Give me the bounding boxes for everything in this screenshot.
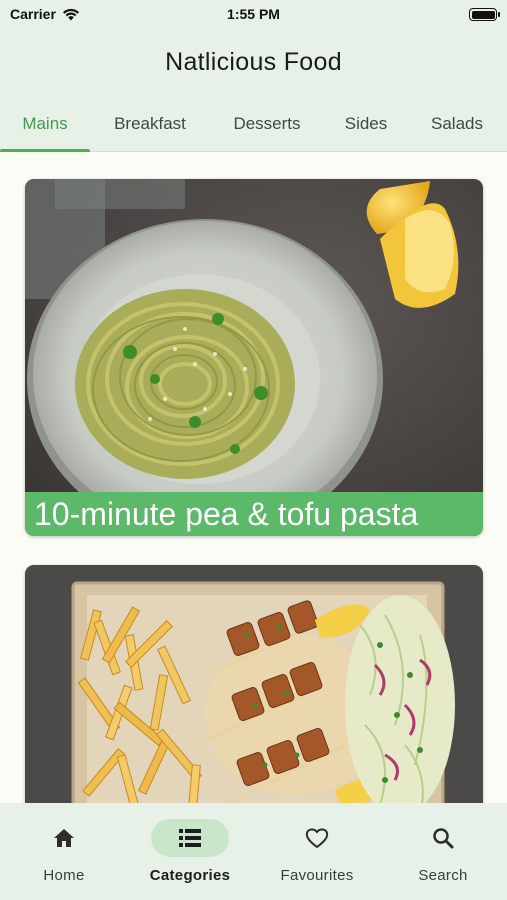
nav-icon-container — [278, 819, 356, 857]
tab-indicator — [0, 149, 90, 152]
nav-label: Favourites — [280, 867, 354, 884]
list-icon — [179, 829, 201, 847]
tab-sides[interactable]: Sides — [336, 96, 396, 152]
recipe-card[interactable] — [25, 565, 483, 803]
nav-search[interactable]: Search — [383, 819, 503, 889]
nav-label: Home — [43, 867, 85, 884]
tab-desserts[interactable]: Desserts — [222, 96, 312, 152]
app-bar: Natlicious Food — [0, 28, 507, 96]
nav-home[interactable]: Home — [4, 819, 124, 889]
search-icon — [433, 828, 454, 849]
app-title: Natlicious Food — [165, 47, 342, 76]
battery-icon — [469, 8, 500, 21]
nav-categories[interactable]: Categories — [130, 819, 250, 889]
nav-favourites[interactable]: Favourites — [257, 819, 377, 889]
nav-icon-container — [404, 819, 482, 857]
tab-mains[interactable]: Mains — [0, 96, 90, 152]
nav-icon-container — [25, 819, 103, 857]
recipe-image — [25, 179, 483, 536]
recipe-image — [25, 565, 483, 803]
heart-icon — [305, 828, 329, 849]
category-tabs: Mains Breakfast Desserts Sides Salads — [0, 96, 507, 152]
bottom-navigation: Home Categories Favourites Search — [0, 803, 507, 900]
nav-icon-container — [151, 819, 229, 857]
nav-label: Categories — [149, 867, 231, 884]
tab-breakfast[interactable]: Breakfast — [102, 96, 198, 152]
recipe-title: 10-minute pea & tofu pasta — [25, 492, 483, 536]
nav-label: Search — [418, 867, 468, 884]
recipe-list: 10-minute pea & tofu pasta — [0, 153, 507, 803]
status-bar: Carrier 1:55 PM — [0, 0, 507, 28]
tab-salads[interactable]: Salads — [420, 96, 494, 152]
clock: 1:55 PM — [227, 6, 280, 22]
recipe-card[interactable]: 10-minute pea & tofu pasta — [25, 179, 483, 536]
home-icon — [54, 829, 74, 847]
